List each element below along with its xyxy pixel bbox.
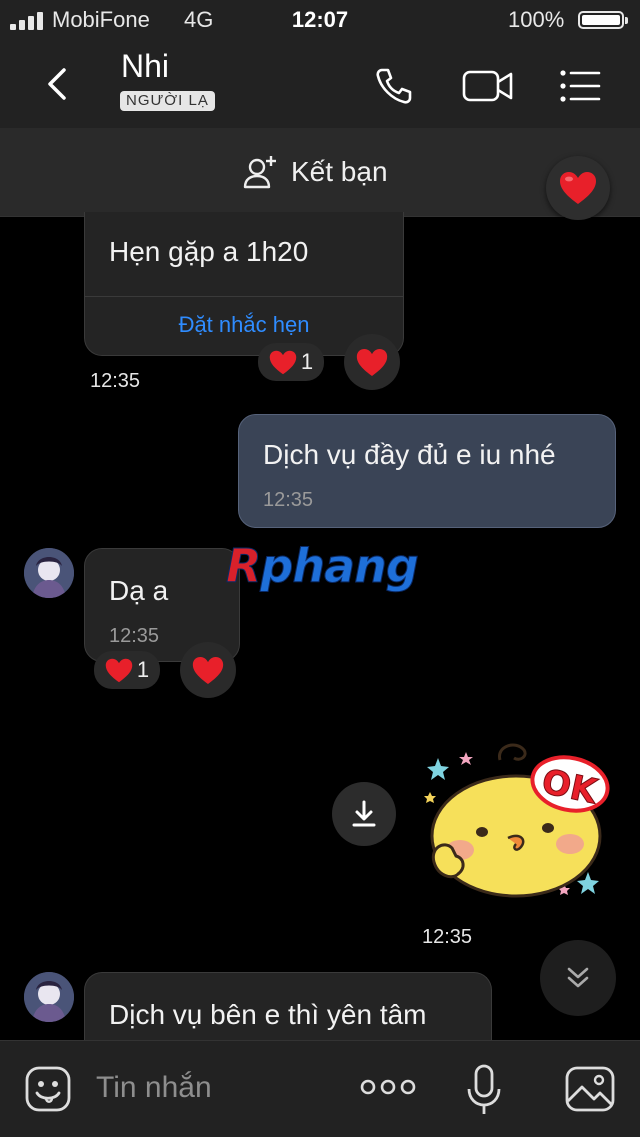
avatar[interactable]	[24, 548, 74, 598]
status-bar: MobiFone 4G 12:07 100%	[0, 0, 640, 40]
message-time: 12:35	[263, 489, 314, 511]
more-icon[interactable]	[360, 1075, 416, 1099]
double-chevron-down-icon	[567, 967, 589, 988]
heart-icon	[269, 350, 297, 374]
heart-icon	[105, 658, 133, 682]
message-time: 12:35	[109, 625, 160, 647]
menu-icon[interactable]	[558, 64, 602, 108]
add-friend-label: Kết bạn	[291, 156, 388, 187]
watermark-logo: Rphang	[226, 536, 420, 607]
scroll-to-bottom-button[interactable]	[540, 940, 616, 1016]
sent-message-bubble[interactable]: Dịch vụ đầy đủ e iu nhé 12:35	[238, 414, 616, 528]
reaction-count: 1	[300, 349, 314, 374]
heart-icon	[560, 172, 596, 204]
image-icon[interactable]	[564, 1065, 616, 1113]
add-friend-bar[interactable]: Kết bạn	[0, 128, 640, 217]
appointment-card: Hẹn gặp a 1h20 Đặt nhắc hẹn	[84, 212, 404, 356]
message-text: Hẹn gặp a 1h20	[109, 236, 309, 267]
back-icon[interactable]	[40, 66, 76, 102]
reaction-summary[interactable]: 1	[258, 343, 324, 381]
message-text: Dịch vụ bên e thì yên tâm	[109, 999, 427, 1030]
message-input-bar: Tin nhắn	[0, 1040, 640, 1137]
chat-header: Nhi NGƯỜI LẠ	[0, 40, 640, 128]
contact-name[interactable]: Nhi	[121, 48, 169, 85]
emoji-icon[interactable]	[24, 1065, 72, 1113]
stranger-badge: NGƯỜI LẠ	[120, 91, 215, 111]
message-input[interactable]: Tin nhắn	[96, 1071, 212, 1105]
add-friend-icon	[242, 154, 278, 190]
heart-react-button[interactable]	[180, 642, 236, 698]
heart-react-button[interactable]	[344, 334, 400, 390]
battery-percent: 100%	[508, 7, 565, 32]
download-sticker-button[interactable]	[332, 782, 396, 846]
reaction-count: 1	[136, 657, 150, 682]
avatar[interactable]	[24, 972, 74, 1022]
message-text: Dạ a	[109, 575, 169, 606]
battery-icon	[578, 11, 628, 29]
reaction-summary[interactable]: 1	[94, 651, 160, 689]
heart-icon	[192, 656, 224, 684]
ok-chick-sticker[interactable]: OK	[416, 736, 616, 906]
video-icon[interactable]	[462, 64, 514, 108]
message-text: Dịch vụ đầy đủ e iu nhé	[263, 439, 556, 470]
heart-reaction-button[interactable]	[546, 156, 610, 220]
message-timestamp: 12:35	[84, 368, 147, 395]
heart-icon	[356, 348, 388, 376]
message-timestamp: 12:35	[416, 924, 479, 951]
phone-icon[interactable]	[372, 64, 416, 108]
svg-text:Rphang: Rphang	[226, 539, 418, 593]
download-icon	[352, 800, 376, 827]
set-reminder-link[interactable]: Đặt nhắc hẹn	[85, 312, 403, 338]
microphone-icon[interactable]	[466, 1063, 502, 1117]
